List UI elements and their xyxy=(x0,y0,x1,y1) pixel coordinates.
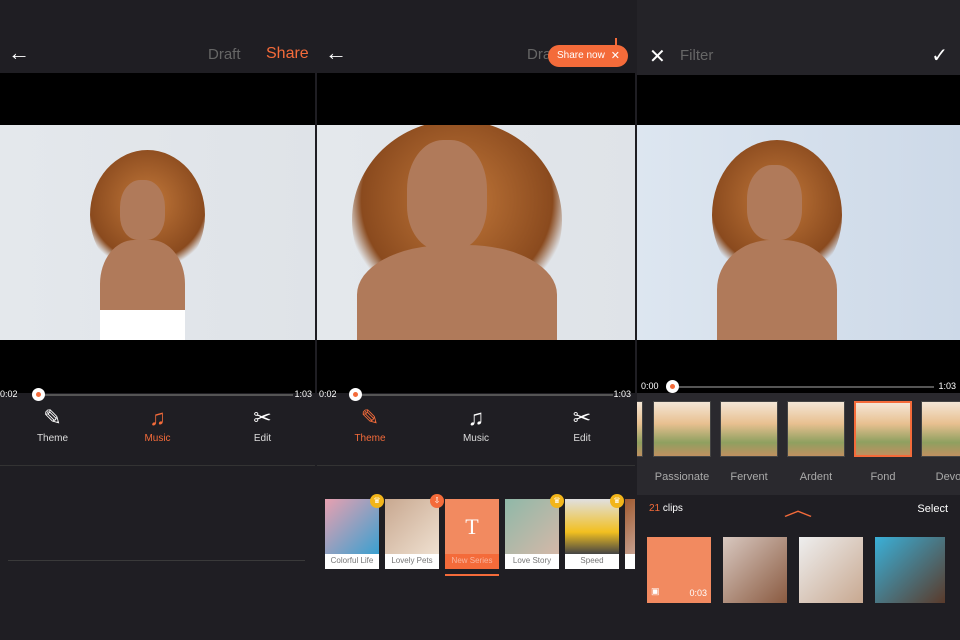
filter-label: Fervent xyxy=(730,471,768,483)
tool-label: Edit xyxy=(253,433,272,444)
filter-label: Ardent xyxy=(799,471,833,483)
theme-label: New Series xyxy=(451,556,493,565)
crown-icon: ♛ xyxy=(550,494,564,508)
tool-edit[interactable]: ✂ Edit xyxy=(552,405,612,460)
time-start: 0:02 xyxy=(0,389,18,399)
filter-label: Fond xyxy=(870,471,896,483)
tool-label: Music xyxy=(144,433,171,444)
clip-thumbnail[interactable]: ▣ 0:03 xyxy=(647,537,711,603)
crown-icon: ♛ xyxy=(610,494,624,508)
back-arrow-icon[interactable]: ← xyxy=(325,40,347,66)
filter-panel: ✕ Filter ✓ 0:00 1:03 Passionate Fervent … xyxy=(637,0,960,640)
clip-thumbnail[interactable] xyxy=(875,537,945,603)
theme-list[interactable]: Colorful Life ♛ Lovely Pets ⇩ T New Series … xyxy=(325,494,635,576)
clip-duration: 0:03 xyxy=(689,588,707,598)
share-now-label: Share now xyxy=(557,50,605,61)
draft-button[interactable]: Draft xyxy=(208,46,241,63)
divider xyxy=(317,465,635,466)
scissors-icon: ✂ xyxy=(253,405,272,430)
magic-wand-icon: ✎ xyxy=(360,405,380,430)
clip-thumbnail[interactable] xyxy=(723,537,787,603)
video-preview xyxy=(317,125,635,340)
video-preview xyxy=(637,125,960,340)
clips-label: clips xyxy=(662,503,683,514)
video-preview xyxy=(0,125,315,340)
theme-label: Fr xyxy=(625,554,635,568)
theme-lovely-pets[interactable]: Lovely Pets ⇩ xyxy=(385,494,444,569)
filter-partial[interactable] xyxy=(637,401,643,457)
tool-bar: ✎ Theme ♫ Music ✂ Edit xyxy=(0,405,315,460)
theme-label: Colorful Life xyxy=(330,556,374,565)
top-bar: ← Draft Share xyxy=(0,0,315,73)
time-end: 1:03 xyxy=(294,389,312,399)
time-end: 1:03 xyxy=(613,389,631,399)
tool-music[interactable]: ♫ Music xyxy=(128,405,188,460)
playhead-handle[interactable] xyxy=(349,388,362,401)
filter-label: Passionate xyxy=(654,471,710,483)
time-start: 0:02 xyxy=(319,389,337,399)
selected-indicator xyxy=(445,574,499,576)
close-icon[interactable]: ✕ xyxy=(611,45,620,67)
close-icon[interactable]: ✕ xyxy=(649,44,666,69)
tool-label: Music xyxy=(462,433,490,444)
theme-speed[interactable]: Speed ♛ xyxy=(565,494,624,569)
scissors-icon: ✂ xyxy=(572,405,592,430)
clip-grid: ▣ 0:03 xyxy=(647,537,945,603)
top-bar: ✕ Filter ✓ xyxy=(637,0,960,75)
clips-number: 21 xyxy=(649,503,661,514)
crown-icon: ♛ xyxy=(370,494,384,508)
music-note-icon: ♫ xyxy=(149,405,166,430)
theme-partial[interactable]: Fr xyxy=(625,499,635,569)
select-button[interactable]: Select xyxy=(917,503,948,515)
divider xyxy=(0,465,315,466)
time-start: 0:00 xyxy=(641,381,659,391)
filter-devot[interactable]: Devot xyxy=(921,401,960,483)
playhead-handle[interactable] xyxy=(32,388,45,401)
clip-thumbnail[interactable] xyxy=(799,537,863,603)
chevron-up-icon[interactable]: ︿ xyxy=(784,496,813,522)
top-bar: ← Draft Share now ✕ xyxy=(317,0,635,73)
filter-fervent[interactable]: Fervent xyxy=(720,401,778,483)
timeline[interactable]: 0:02 1:03 xyxy=(0,386,315,404)
filter-passionate[interactable]: Passionate xyxy=(653,401,711,483)
music-track-line xyxy=(8,560,305,561)
page-title: Filter xyxy=(680,47,714,64)
theme-label: Speed xyxy=(580,556,604,565)
tool-music[interactable]: ♫ Music xyxy=(446,405,506,460)
image-icon: ▣ xyxy=(651,586,660,596)
download-icon[interactable]: ⇩ xyxy=(430,494,444,508)
tool-theme[interactable]: ✎ Theme xyxy=(340,405,400,460)
tool-edit[interactable]: ✂ Edit xyxy=(233,405,293,460)
theme-label: Love Story xyxy=(512,556,552,565)
tool-label: Theme xyxy=(36,433,69,444)
theme-new-series[interactable]: T New Series xyxy=(445,499,499,576)
text-icon: T xyxy=(445,499,499,554)
tool-theme[interactable]: ✎ Theme xyxy=(23,405,83,460)
time-end: 1:03 xyxy=(938,381,956,391)
theme-colorful-life[interactable]: Colorful Life ♛ xyxy=(325,494,384,569)
filter-label: Devot xyxy=(935,471,960,483)
filter-ardent[interactable]: Ardent xyxy=(787,401,845,483)
tool-label: Theme xyxy=(354,433,386,444)
music-note-icon: ♫ xyxy=(467,405,485,430)
back-arrow-icon[interactable]: ← xyxy=(8,40,30,66)
tooltip-pointer xyxy=(615,38,617,46)
magic-wand-icon: ✎ xyxy=(43,405,62,430)
theme-label: Lovely Pets xyxy=(391,556,433,565)
editor-panel-music: ← Draft Share 0:02 1:03 ✎ Theme ♫ Music ✂ E… xyxy=(0,0,315,640)
playhead-handle[interactable] xyxy=(666,380,679,393)
editor-panel-theme: ← Draft Share now ✕ 0:02 1:03 ✎ Theme ♫ Mu… xyxy=(317,0,635,640)
checkmark-icon[interactable]: ✓ xyxy=(931,43,948,68)
clips-count: 21 clips xyxy=(649,503,683,514)
timeline[interactable]: 0:02 1:03 xyxy=(317,386,635,404)
filter-fond[interactable]: Fond xyxy=(854,401,912,483)
tool-bar: ✎ Theme ♫ Music ✂ Edit xyxy=(317,405,635,460)
share-now-tooltip[interactable]: Share now ✕ xyxy=(548,45,628,67)
filter-list[interactable]: Passionate Fervent Ardent Fond Devot xyxy=(637,393,960,495)
tool-label: Edit xyxy=(573,433,591,444)
share-button[interactable]: Share xyxy=(266,45,309,63)
theme-love-story[interactable]: Love Story ♛ xyxy=(505,494,564,569)
